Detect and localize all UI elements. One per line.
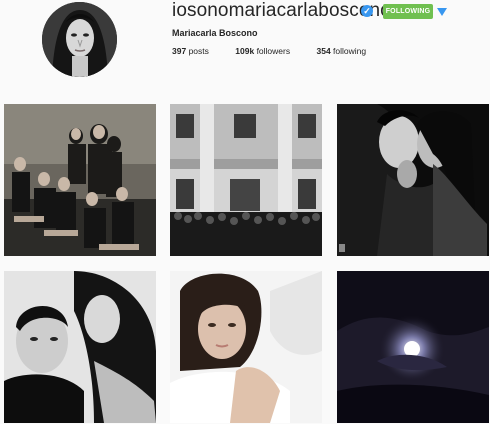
couple-portrait-photo xyxy=(4,271,156,423)
moon-night-sky-photo xyxy=(337,271,489,423)
post-tile[interactable] xyxy=(4,271,156,423)
crowd-at-building-photo xyxy=(170,104,322,256)
post-tile[interactable] xyxy=(4,104,156,256)
selfie-in-bed-photo xyxy=(170,271,322,423)
group-of-dancers-photo xyxy=(4,104,156,256)
post-tile[interactable] xyxy=(170,271,322,423)
couple-kissing-photo xyxy=(337,104,489,256)
post-tile[interactable] xyxy=(337,271,489,423)
post-tile[interactable] xyxy=(170,104,322,256)
posts-grid xyxy=(0,0,490,424)
post-tile[interactable] xyxy=(337,104,489,256)
